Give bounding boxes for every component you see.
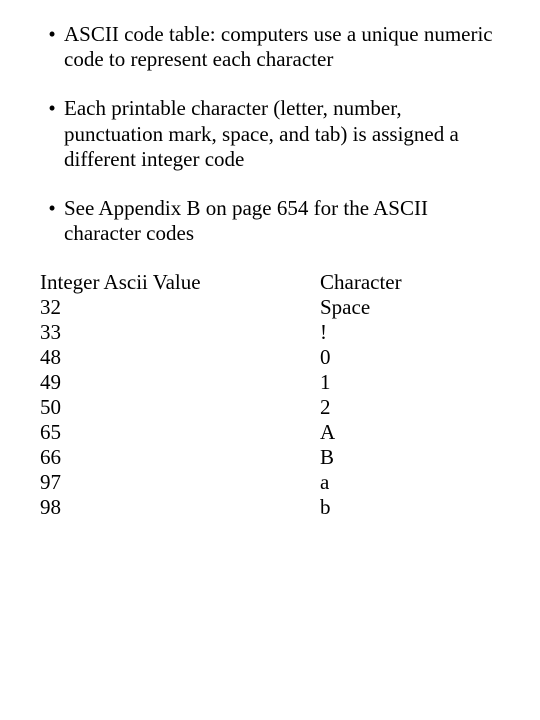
table-cell-code: 50 — [40, 395, 320, 420]
table-cell-char: 0 — [320, 345, 500, 370]
table-cell-char: B — [320, 445, 500, 470]
table-cell-char: ! — [320, 320, 500, 345]
table-cell-code: 66 — [40, 445, 320, 470]
bullet-item-3: • See Appendix B on page 654 for the ASC… — [40, 196, 500, 246]
table-header-right: Character — [320, 270, 500, 295]
table-cell-code: 98 — [40, 495, 320, 520]
bullet-text-3: See Appendix B on page 654 for the ASCII… — [64, 196, 500, 246]
bullet-item-2: • Each printable character (letter, numb… — [40, 96, 500, 172]
table-cell-char: A — [320, 420, 500, 445]
table-cell-char: b — [320, 495, 500, 520]
bullet-item-1: • ASCII code table: computers use a uniq… — [40, 22, 500, 72]
table-cell-char: 2 — [320, 395, 500, 420]
table-cell-char: Space — [320, 295, 500, 320]
table-cell-code: 97 — [40, 470, 320, 495]
bullet-text-1: ASCII code table: computers use a unique… — [64, 22, 500, 72]
table-cell-code: 33 — [40, 320, 320, 345]
ascii-table: Integer Ascii Value 32 33 48 49 50 65 66… — [40, 270, 500, 520]
table-cell-code: 48 — [40, 345, 320, 370]
bullet-icon: • — [40, 22, 64, 72]
table-cell-code: 32 — [40, 295, 320, 320]
bullet-icon: • — [40, 196, 64, 246]
bullet-text-2: Each printable character (letter, number… — [64, 96, 500, 172]
table-cell-code: 49 — [40, 370, 320, 395]
table-header-left: Integer Ascii Value — [40, 270, 320, 295]
bullet-icon: • — [40, 96, 64, 172]
table-cell-code: 65 — [40, 420, 320, 445]
table-cell-char: 1 — [320, 370, 500, 395]
table-cell-char: a — [320, 470, 500, 495]
